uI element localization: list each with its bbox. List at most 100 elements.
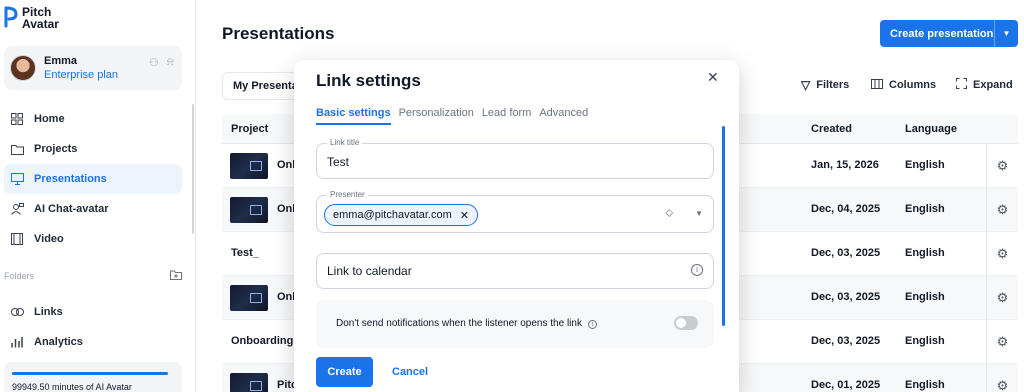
calendar-link-input[interactable]: Link to calendar [327, 264, 412, 278]
add-folder-icon[interactable] [170, 268, 182, 283]
minutes-text: 99949.50 minutes of AI Avatar [12, 382, 132, 392]
page-title: Presentations [222, 24, 335, 43]
language: English [905, 379, 945, 391]
column-header-created[interactable]: Created [811, 123, 852, 135]
gear-icon[interactable]: ⚙ [986, 188, 1018, 232]
minutes-usage: 99949.50 minutes of AI Avatar [4, 362, 182, 392]
notification-text: Don't send notifications when the listen… [336, 318, 597, 329]
folder-icon [10, 142, 24, 156]
language: English [905, 247, 945, 259]
created-date: Jan, 15, 2026 [811, 159, 879, 171]
presenter-chip[interactable]: emma@pitchavatar.com ✕ [324, 204, 478, 226]
chevron-down-icon[interactable]: ▼ [994, 20, 1018, 47]
gear-icon[interactable]: ⚙ [986, 144, 1018, 188]
filters-label: Filters [816, 79, 850, 91]
sidebar-item-label: Video [34, 233, 64, 245]
monitor-icon [10, 172, 24, 186]
filters-button[interactable]: ▽ Filters [801, 78, 849, 92]
presentation-thumbnail[interactable] [230, 197, 268, 223]
presenter-field[interactable]: Presenter emma@pitchavatar.com ✕ ⬦ ▼ [316, 190, 714, 233]
created-date: Dec, 04, 2025 [811, 203, 881, 215]
folders-label: Folders [4, 270, 35, 281]
language: English [905, 291, 945, 303]
info-icon[interactable]: i [587, 320, 597, 329]
column-header-language[interactable]: Language [905, 123, 957, 135]
sidebar-item-label: Presentations [34, 173, 107, 185]
bell-icon[interactable]: ⍾ [167, 56, 174, 69]
expand-button[interactable]: Expand [956, 78, 1013, 92]
columns-icon [871, 78, 883, 92]
calendar-link-field[interactable]: Link to calendar i [316, 253, 714, 289]
avatar [10, 55, 36, 81]
create-presentation-label: Create presentation [890, 27, 994, 40]
secondary-nav: Links Analytics [4, 297, 182, 357]
columns-button[interactable]: Columns [871, 78, 936, 92]
create-button[interactable]: Create [316, 357, 373, 387]
modal-title: Link settings [316, 71, 421, 90]
notification-toggle[interactable] [674, 316, 698, 330]
presentation-name[interactable]: Test_ [231, 247, 259, 259]
sidebar-item-label: Analytics [34, 336, 83, 348]
create-presentation-button[interactable]: Create presentation ▼ [880, 20, 1018, 47]
gear-icon[interactable]: ⚙ [986, 276, 1018, 320]
notification-label: Don't send notifications when the listen… [336, 318, 582, 329]
gear-icon[interactable]: ⚙ [986, 364, 1018, 392]
minutes-progress-bar [12, 372, 168, 375]
gear-icon[interactable]: ⚙ [986, 232, 1018, 276]
grid-icon [10, 112, 24, 126]
tab-lead-form[interactable]: Lead form [482, 107, 532, 125]
presentation-thumbnail[interactable] [230, 373, 268, 392]
created-date: Dec, 01, 2025 [811, 379, 881, 391]
sidebar-item-presentations[interactable]: Presentations [4, 164, 182, 194]
link-title-label: Link title [327, 138, 363, 147]
main-nav: Home Projects Presentations AI Chat-avat… [4, 104, 182, 254]
user-plan[interactable]: Enterprise plan [44, 68, 118, 82]
sidebar-item-home[interactable]: Home [4, 104, 182, 134]
created-date: Dec, 03, 2025 [811, 291, 881, 303]
link-icon [10, 305, 24, 319]
chevron-down-icon[interactable]: ▼ [695, 209, 703, 218]
notification-setting: Don't send notifications when the listen… [316, 300, 714, 348]
sidebar-item-label: Links [34, 306, 63, 318]
remove-chip-icon[interactable]: ✕ [460, 209, 469, 222]
info-icon[interactable]: i [691, 264, 703, 276]
user-card[interactable]: Emma Enterprise plan ⚇ ⍾ [4, 46, 182, 90]
sidebar-item-analytics[interactable]: Analytics [4, 327, 182, 357]
sidebar-item-label: Home [34, 113, 65, 125]
sidebar-item-links[interactable]: Links [4, 297, 182, 327]
presentation-thumbnail[interactable] [230, 285, 268, 311]
link-title-input[interactable]: Test [327, 155, 349, 169]
close-icon[interactable]: ✕ [707, 69, 719, 86]
team-icon[interactable]: ⚇ [149, 56, 159, 69]
presentation-thumbnail[interactable] [230, 153, 268, 179]
sidebar: Pitch Avatar Emma Enterprise plan ⚇ ⍾ Ho… [0, 0, 196, 392]
presenter-label: Presenter [327, 190, 368, 199]
logo-text: Pitch Avatar [22, 5, 59, 31]
pitch-avatar-logo-icon [4, 6, 18, 28]
tab-basic-settings[interactable]: Basic settings [316, 107, 391, 125]
column-header-project[interactable]: Project [231, 123, 268, 135]
created-date: Dec, 03, 2025 [811, 335, 881, 347]
sidebar-item-label: Projects [34, 143, 78, 155]
link-title-field[interactable]: Link title Test [316, 138, 714, 179]
language: English [905, 159, 945, 171]
sidebar-scrollbar[interactable] [192, 104, 194, 234]
chat-avatar-icon [10, 202, 24, 216]
sidebar-item-ai-chat-avatar[interactable]: AI Chat-avatar [4, 194, 182, 224]
modal-scrollbar[interactable] [722, 126, 725, 326]
bar-chart-icon [10, 335, 24, 349]
user-name: Emma [44, 55, 78, 67]
expand-icon [956, 78, 967, 92]
sidebar-item-projects[interactable]: Projects [4, 134, 182, 164]
folders-header: Folders [4, 268, 182, 283]
presenter-email: emma@pitchavatar.com [333, 209, 452, 221]
move-presenter-icon[interactable]: ⬦ [665, 207, 673, 220]
logo[interactable]: Pitch Avatar [4, 6, 59, 30]
gear-icon[interactable]: ⚙ [986, 320, 1018, 364]
tab-personalization[interactable]: Personalization [399, 107, 474, 125]
cancel-button[interactable]: Cancel [392, 366, 428, 378]
sidebar-item-label: AI Chat-avatar [34, 203, 109, 215]
sidebar-item-video[interactable]: Video [4, 224, 182, 254]
tab-advanced[interactable]: Advanced [539, 107, 588, 125]
view-selector[interactable]: My Presentat [222, 72, 302, 100]
